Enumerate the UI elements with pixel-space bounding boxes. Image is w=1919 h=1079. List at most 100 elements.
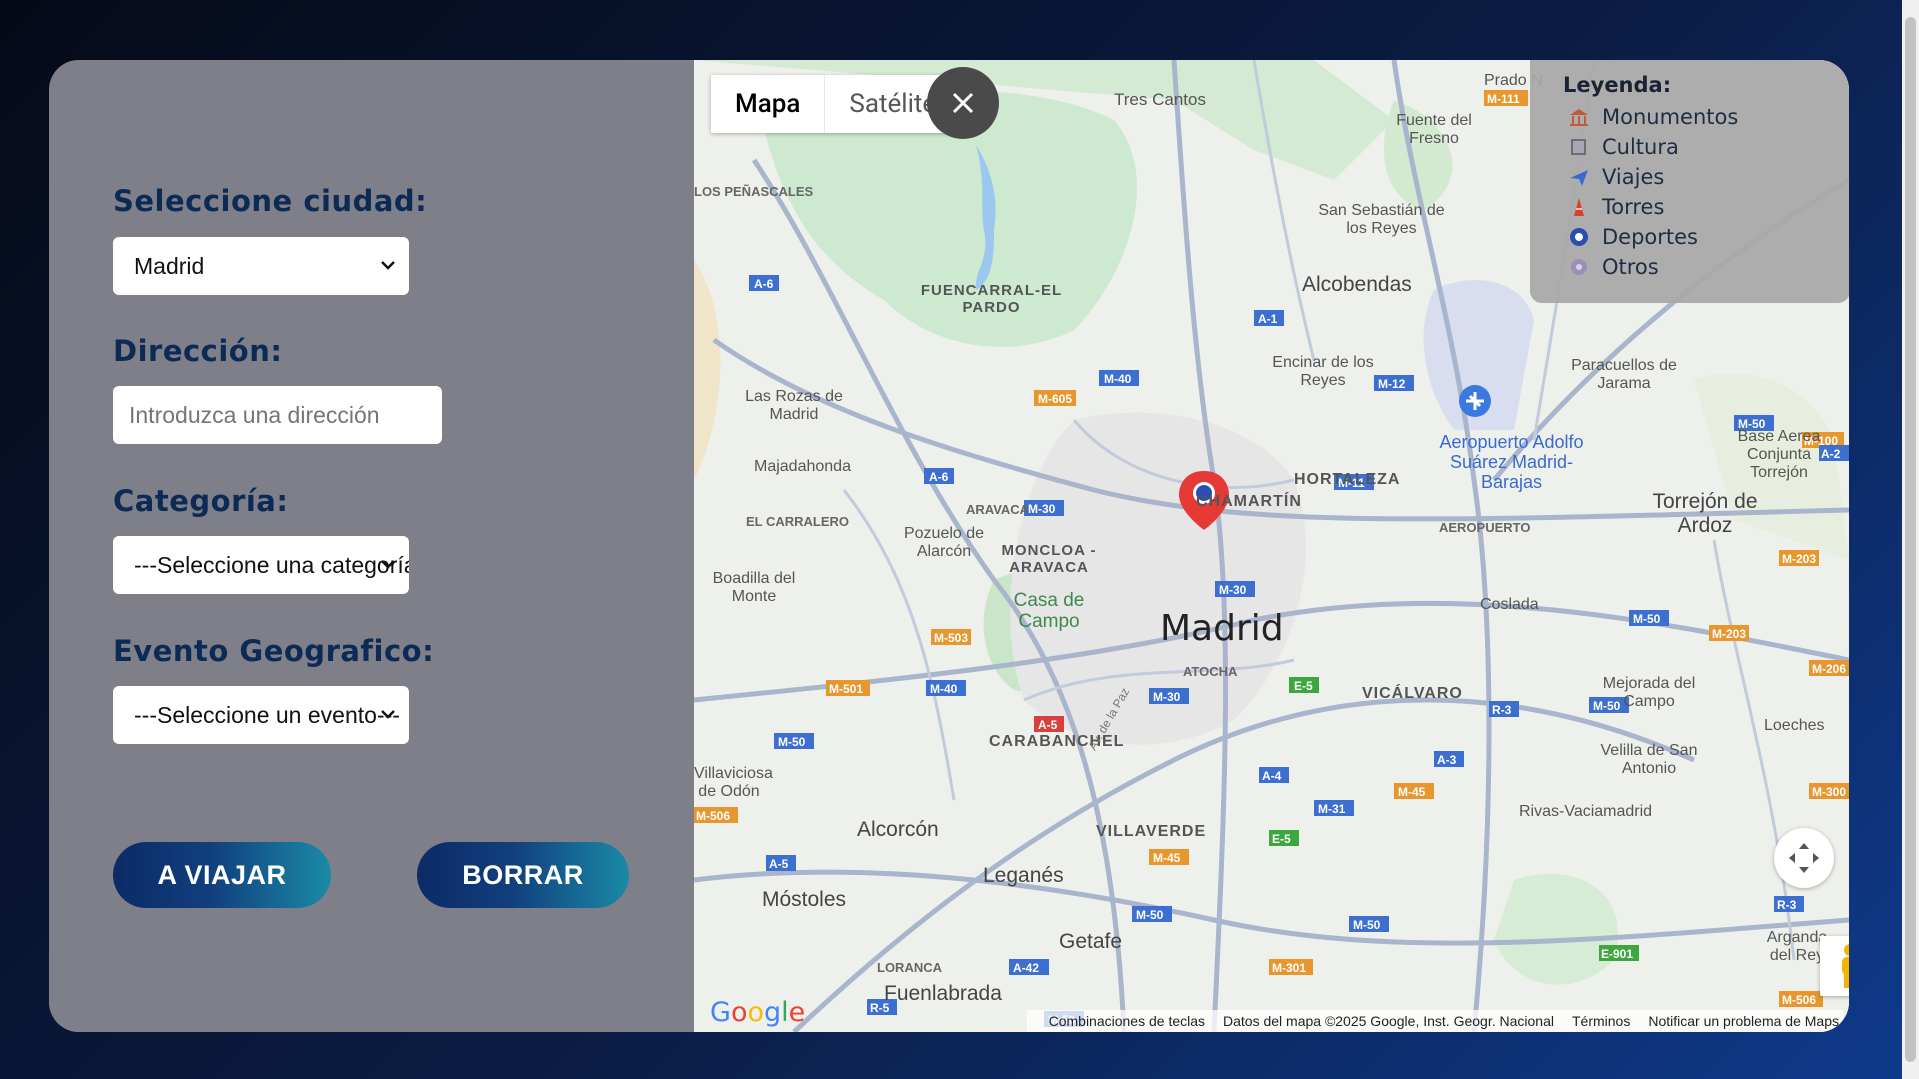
svg-text:E-5: E-5	[1294, 679, 1313, 693]
svg-text:A-5: A-5	[769, 857, 789, 871]
legend-item-cultura: Cultura	[1568, 135, 1679, 159]
pegman-icon	[1842, 944, 1849, 988]
svg-text:M-50: M-50	[1136, 908, 1164, 922]
map-label: CHAMARTÍN	[1196, 493, 1302, 510]
legend-panel: Leyenda: Monumentos Cultura Viajes Torre…	[1530, 60, 1849, 303]
svg-text:M-30: M-30	[1028, 502, 1056, 516]
camera-control-button[interactable]	[1774, 828, 1834, 888]
svg-text:A-6: A-6	[929, 470, 949, 484]
map-label: Encinar de los Reyes	[1272, 354, 1374, 389]
monument-icon	[1570, 109, 1588, 126]
event-label: Evento Geografico:	[113, 634, 435, 668]
page-scrollbar[interactable]	[1902, 0, 1919, 1079]
map-label: Fuenlabrada	[884, 982, 1002, 1005]
map-label: Tres Cantos	[1114, 90, 1206, 109]
svg-text:M-50: M-50	[1633, 612, 1661, 626]
category-select-value: ---Seleccione una categoría---	[134, 551, 409, 578]
legend-title: Leyenda:	[1563, 73, 1672, 97]
svg-text:M-45: M-45	[1153, 851, 1181, 865]
map-label: Fuente del Fresno	[1396, 112, 1472, 147]
svg-text:R-3: R-3	[1492, 703, 1512, 717]
svg-text:M-31: M-31	[1318, 802, 1346, 816]
legend-item-label: Monumentos	[1602, 105, 1739, 129]
svg-text:M-203: M-203	[1712, 627, 1746, 641]
map-label: LORANCA	[877, 960, 942, 975]
legend-item-viajes: Viajes	[1568, 165, 1664, 189]
map-label: Getafe	[1059, 930, 1123, 953]
map-label: Leganés	[983, 864, 1064, 887]
address-label: Dirección:	[113, 334, 283, 368]
legend-item-label: Cultura	[1602, 135, 1679, 159]
legend-item-otros: Otros	[1568, 255, 1659, 279]
move-arrows-icon	[1789, 843, 1819, 873]
terms-link[interactable]: Términos	[1572, 1013, 1630, 1029]
legend-item-label: Deportes	[1602, 225, 1698, 249]
map-label: Base Aerea Conjunta Torrejón	[1737, 428, 1821, 481]
map-label: AEROPUERTO	[1439, 520, 1531, 535]
svg-text:M-503: M-503	[934, 631, 968, 645]
svg-text:M-45: M-45	[1398, 785, 1426, 799]
legend-item-monumentos: Monumentos	[1568, 105, 1738, 129]
svg-text:M-206: M-206	[1812, 662, 1846, 676]
search-form: Seleccione ciudad: Madrid Dirección: Int…	[49, 60, 694, 1032]
svg-text:E-5: E-5	[1272, 832, 1291, 846]
svg-text:M-501: M-501	[829, 682, 863, 696]
svg-text:A-1: A-1	[1258, 312, 1278, 326]
map-label: Majadahonda	[754, 458, 851, 475]
event-select[interactable]: ---Seleccione un evento---	[113, 686, 409, 744]
map-data-attribution: Datos del mapa ©2025 Google, Inst. Geogr…	[1223, 1013, 1554, 1029]
map-label: Coslada	[1480, 596, 1539, 613]
svg-text:M-300: M-300	[1812, 785, 1846, 799]
svg-text:M-203: M-203	[1782, 552, 1816, 566]
legend-item-label: Torres	[1602, 195, 1665, 219]
map-label: Casa de Campo	[1013, 590, 1085, 632]
map-label: San Sebastián de los Reyes	[1318, 202, 1445, 237]
svg-text:A-3: A-3	[1437, 753, 1457, 767]
tower-icon	[1574, 198, 1584, 216]
city-select-value: Madrid	[134, 252, 205, 279]
google-logo: Google	[710, 997, 806, 1028]
street-view-button[interactable]	[1820, 936, 1849, 996]
svg-text:M-50: M-50	[1353, 918, 1381, 932]
city-label: Seleccione ciudad:	[113, 184, 428, 218]
category-label: Categoría:	[113, 484, 289, 518]
map-type-map-button[interactable]: Mapa	[711, 75, 824, 133]
map-label: Móstoles	[762, 888, 847, 911]
map-label: Loeches	[1764, 717, 1825, 734]
map-label: FUENCARRAL-EL PARDO	[920, 282, 1063, 316]
svg-text:M-301: M-301	[1272, 961, 1306, 975]
report-problem-link[interactable]: Notificar un problema de Maps	[1648, 1013, 1839, 1029]
svg-text:M-111: M-111	[1487, 92, 1520, 106]
map-label: Rivas-Vaciamadrid	[1519, 803, 1653, 820]
category-select[interactable]: ---Seleccione una categoría---	[113, 536, 409, 594]
svg-text:M-30: M-30	[1219, 583, 1247, 597]
svg-text:M-40: M-40	[930, 682, 958, 696]
address-input[interactable]: Introduzca una dirección	[113, 386, 442, 444]
map-label: VICÁLVARO	[1362, 685, 1463, 702]
main-card: Seleccione ciudad: Madrid Dirección: Int…	[49, 60, 1849, 1032]
map-label: Paracuellos de Jarama	[1571, 357, 1677, 392]
chevron-down-icon	[381, 560, 395, 569]
svg-text:A-4: A-4	[1262, 769, 1282, 783]
map-label: EL CARRALERO	[746, 514, 850, 529]
gear-icon	[1571, 259, 1587, 275]
legend-item-torres: Torres	[1568, 195, 1664, 219]
map-label: ARAVACA	[966, 502, 1030, 517]
svg-text:M-40: M-40	[1104, 372, 1132, 386]
map-label: VILLAVERDE	[1096, 823, 1207, 840]
keyboard-shortcuts-link[interactable]: Combinaciones de teclas	[1049, 1013, 1205, 1029]
scrollbar-thumb[interactable]	[1905, 17, 1916, 1062]
chevron-down-icon	[381, 261, 395, 270]
city-select[interactable]: Madrid	[113, 237, 409, 295]
airplane-icon	[1570, 170, 1588, 186]
travel-button[interactable]: A VIAJAR	[113, 842, 331, 908]
map-label: Villaviciosa de Odón	[694, 765, 773, 800]
clear-button[interactable]: BORRAR	[417, 842, 629, 908]
svg-text:A-5: A-5	[1038, 718, 1058, 732]
legend-item-label: Viajes	[1602, 165, 1665, 189]
svg-text:M-605: M-605	[1038, 392, 1072, 406]
close-button[interactable]	[927, 67, 999, 139]
map-view[interactable]: A-6 M-605 M-40 A-1 M-12 M-30 A-6 M-11 M-…	[694, 60, 1849, 1032]
svg-text:M-506: M-506	[1782, 993, 1816, 1007]
svg-text:M-50: M-50	[778, 735, 806, 749]
